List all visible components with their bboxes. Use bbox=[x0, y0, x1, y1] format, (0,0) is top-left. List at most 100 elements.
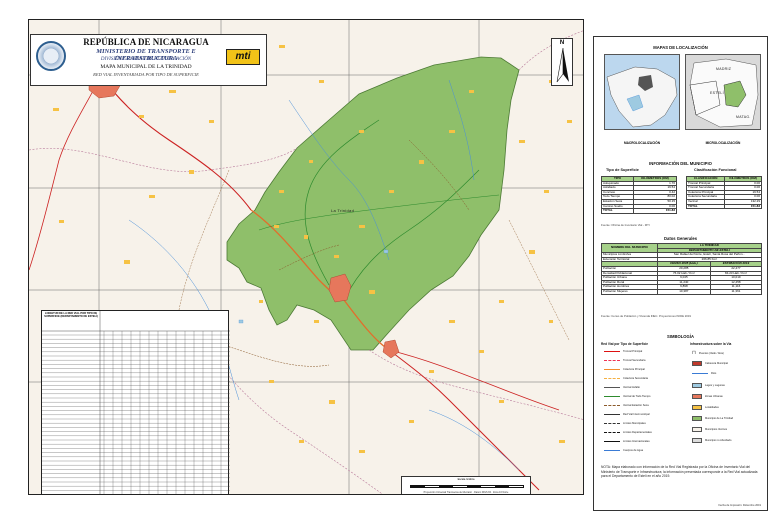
legend-label: Cuerpos de Agua bbox=[623, 449, 644, 452]
legend-label: Vecinal Estación Seca bbox=[623, 404, 649, 407]
surface-total-cell: 151.83 bbox=[632, 208, 678, 214]
map-sheet: La Trinidad Escala Gráfica Proyección Un… bbox=[18, 17, 768, 511]
legend-label: Vecinal Asfalto bbox=[623, 386, 640, 389]
surface-title: Tipo de Superficie bbox=[606, 168, 639, 172]
legend-item-left: Límites Internacionales bbox=[604, 440, 650, 443]
micro-label-madriz: MADRIZ bbox=[716, 67, 732, 71]
micro-label-matagalpa: MATAG. bbox=[736, 115, 751, 119]
legend-box-swatch bbox=[692, 383, 702, 388]
legend-item-left: Colectora Secundaria bbox=[604, 377, 648, 380]
surface-total-row: TOTAL 151.83 bbox=[601, 208, 678, 214]
legend-box-swatch bbox=[692, 361, 702, 366]
symbology-header: SIMBOLOGÍA bbox=[667, 334, 694, 339]
map-name: MAPA MUNICIPAL DE LA TRINIDAD bbox=[100, 64, 192, 70]
legend-line-swatch bbox=[604, 450, 620, 451]
legend-item-left: Vecinal Estación Seca bbox=[604, 404, 649, 407]
legend-box-swatch bbox=[692, 416, 702, 421]
north-arrow-icon bbox=[556, 48, 569, 83]
legend-item-left: Troncal Secundaria bbox=[604, 359, 645, 362]
legend-item-left: Cuerpos de Agua bbox=[604, 449, 643, 452]
left-legend-title: Red Vial por Tipo de Superficie bbox=[601, 342, 648, 346]
macro-caption: MACROLOCALIZACIÓN bbox=[623, 141, 661, 145]
source-note-1: Fuente: Oficina de Inventario Vial - MTI bbox=[601, 223, 650, 227]
legend-box-swatch bbox=[692, 405, 702, 410]
mti-logo: mti bbox=[226, 49, 260, 65]
north-arrow: N bbox=[551, 38, 573, 86]
legend-line-swatch bbox=[604, 378, 620, 379]
legend-label: Troncal Secundaria bbox=[623, 359, 646, 362]
legend-label: Municipio no Abordado bbox=[705, 439, 732, 442]
general-table: NOMBRE DEL MUNICIPIO LA TRINIDAD DEPARTAME… bbox=[601, 242, 763, 295]
source-note-2: Fuente: Censo de Población y Vivienda IN… bbox=[601, 314, 691, 318]
micro-label-esteli: ESTELÍ bbox=[710, 91, 724, 95]
info-panel: MAPAS DE LOCALIZACIÓN MADRIZ ESTELÍ MATA… bbox=[593, 36, 768, 511]
legend-item-left: Límites Departamentales bbox=[604, 431, 652, 434]
general-header: Datos Generales bbox=[663, 236, 698, 241]
legend-label: Troncal Principal bbox=[623, 350, 643, 353]
legend-label: Lagos y Lagunas bbox=[705, 384, 725, 387]
legend-item-right: Ríos bbox=[692, 372, 716, 375]
legend-label: Vecinal de Todo Tiempo bbox=[623, 395, 651, 398]
scale-footer: Proyección Universal Transversa de Merca… bbox=[423, 491, 509, 494]
title-block: REPÚBLICA DE NICARAGUA MINISTERIO DE TRA… bbox=[30, 34, 267, 86]
functional-title: Clasificación Funcional bbox=[694, 168, 737, 172]
legend-item-left: Vecinal Asfalto bbox=[604, 386, 640, 389]
functional-table: CLASIFICACIÓN KILÓMETROS (KM) Troncal Prin… bbox=[685, 176, 762, 210]
print-date: Fecha de Impresión: Diciembre 2019 bbox=[718, 504, 761, 507]
map-note: NOTA: Mapa elaborado con información de … bbox=[601, 465, 758, 479]
legend-line-swatch bbox=[604, 432, 620, 433]
legend-line-swatch bbox=[692, 373, 708, 374]
loc-header: MAPAS DE LOCALIZACIÓN bbox=[653, 45, 708, 50]
map-subtitle: RED VIAL INVENTARIADA POR TIPO DE SUPERF… bbox=[93, 72, 199, 77]
population-cell: Población Mujeres bbox=[601, 288, 658, 295]
right-legend-title: Infraestructura sobre la Vía bbox=[690, 342, 732, 346]
municipality-area bbox=[226, 56, 520, 351]
surface-table: TIPO KILÓMETROS (KM) Adoquinado 1.70 Asfalta… bbox=[601, 176, 678, 214]
scale-bar bbox=[410, 485, 524, 488]
legend-label: Cabecera Municipal bbox=[705, 362, 728, 365]
legend-line-swatch bbox=[604, 396, 620, 397]
legend-line-swatch bbox=[604, 405, 620, 406]
micro-location-map: MADRIZ ESTELÍ MATAG. bbox=[685, 54, 761, 130]
legend-line-swatch bbox=[604, 360, 620, 361]
population-cell: 10,387 bbox=[656, 288, 711, 295]
legend-label: Límites Municipales bbox=[623, 422, 646, 425]
legend-line-swatch bbox=[604, 369, 620, 370]
scale-box: Escala Gráfica Proyección Universal Tran… bbox=[401, 476, 531, 494]
bridge-icon: ⊓ bbox=[692, 350, 696, 356]
info-header: INFORMACIÓN DEL MUNICIPIO bbox=[649, 161, 712, 166]
macro-location-map bbox=[604, 54, 680, 130]
functional-total-cell: TOTAL bbox=[685, 203, 726, 210]
legend-line-swatch bbox=[604, 441, 620, 442]
town-label: La Trinidad bbox=[331, 208, 355, 213]
division-title: DIVISIÓN GENERAL DE PLANIFICACIÓN bbox=[100, 57, 192, 62]
legend-item-right: Municipio de La Trinidad bbox=[692, 416, 733, 421]
legend-item-right: Municipio no Abordado bbox=[692, 438, 731, 443]
legend-item-left: Red Vial Intermunicipal bbox=[604, 413, 650, 416]
micro-caption: MICROLOCALIZACIÓN bbox=[705, 141, 741, 145]
legend-label: Municipios Vecinos bbox=[705, 428, 728, 431]
population-cell: 11,361 bbox=[709, 288, 763, 295]
legend-box-swatch bbox=[692, 394, 702, 399]
nicaragua-seal-icon bbox=[36, 41, 66, 71]
legend-label: Zonas Urbanas bbox=[705, 395, 723, 398]
legend-label: Red Vial Intermunicipal bbox=[623, 413, 650, 416]
north-label: N bbox=[559, 40, 565, 46]
legend-label: Puentes (Vado / Alca) bbox=[698, 351, 724, 355]
country-title: REPÚBLICA DE NICARAGUA bbox=[83, 37, 209, 47]
surface-total-cell: TOTAL bbox=[601, 208, 634, 214]
legend-label: Límites Departamentales bbox=[623, 431, 652, 434]
legend-item-left: Colectora Principal bbox=[604, 368, 645, 371]
legend-item-right: Zonas Urbanas bbox=[692, 394, 723, 399]
legend-label: Colectora Secundaria bbox=[623, 377, 648, 380]
main-map: La Trinidad Escala Gráfica Proyección Un… bbox=[28, 19, 584, 495]
legend-line-swatch bbox=[604, 414, 620, 415]
legend-label: Municipio de La Trinidad bbox=[705, 417, 734, 420]
legend-box-swatch bbox=[692, 438, 702, 443]
legend-item-right: Lagos y Lagunas bbox=[692, 383, 725, 388]
legend-item-left: Vecinal de Todo Tiempo bbox=[604, 395, 651, 398]
length-table-grid bbox=[42, 311, 230, 494]
legend-item-left: Troncal Principal bbox=[604, 350, 642, 353]
legend-box-swatch bbox=[692, 427, 702, 432]
legend-item-left: Límites Municipales bbox=[604, 422, 646, 425]
